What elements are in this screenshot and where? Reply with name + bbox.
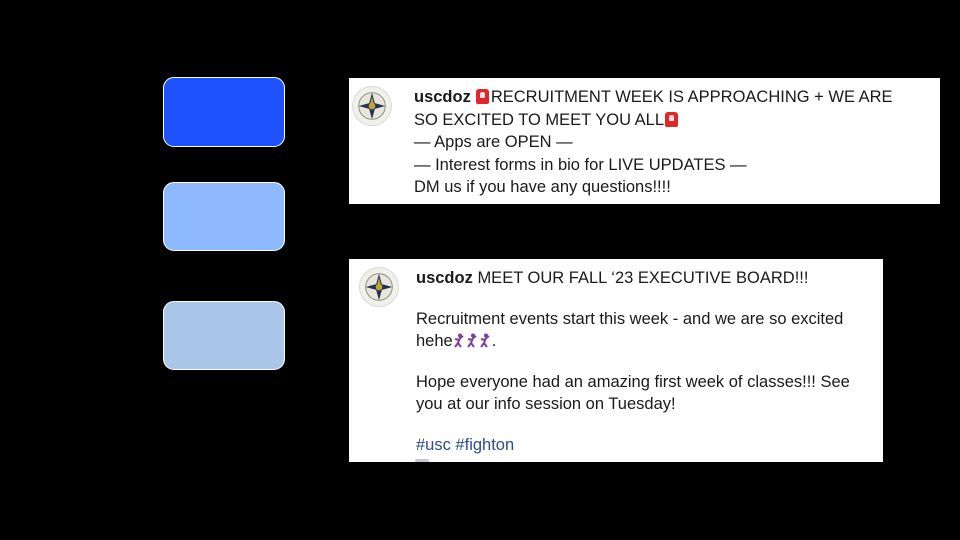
compass-logo-icon [365,273,393,301]
swatch-light-blue [163,182,285,251]
caption-headline: MEET OUR FALL ‘23 EXECUTIVE BOARD!!! [477,269,809,287]
caption-line-4: Hope everyone had an amazing first week … [416,372,850,391]
caption-line-3: hehe. [416,330,850,353]
username-link[interactable]: uscdoz [414,88,471,106]
caption-line-2: Recruitment events start this week - and… [416,309,844,328]
dancer-icon [466,333,479,348]
caption-line-5: you at our info session on Tuesday! [416,395,676,413]
dancer-icon [453,333,466,348]
rotating-light-icon [475,89,489,104]
caption-line-2: SO EXCITED TO MEET YOU ALL [414,109,893,132]
truncated-line [415,459,429,462]
dancer-icon [479,333,492,348]
rotating-light-icon [665,111,679,127]
hashtags-link[interactable]: #usc #fighton [416,434,850,457]
swatch-powder-blue [163,301,285,370]
caption-line-4: — Interest forms in bio for LIVE UPDATES… [414,155,747,174]
avatar[interactable] [352,86,392,126]
swatch-royal-blue [163,77,285,147]
caption-line-1: uscdoz RECRUITMENT WEEK IS APPROACHING + … [414,86,893,109]
avatar[interactable] [359,267,399,307]
compass-logo-icon [358,92,386,120]
post-caption-recruitment: uscdoz RECRUITMENT WEEK IS APPROACHING + … [349,78,940,204]
username-link[interactable]: uscdoz [416,269,473,287]
caption-text: hehe [416,332,453,350]
post-caption-executive-board: uscdoz MEET OUR FALL ‘23 EXECUTIVE BOARD… [349,259,883,462]
caption-text: SO EXCITED TO MEET YOU ALL [414,110,665,129]
caption-line-1: uscdoz MEET OUR FALL ‘23 EXECUTIVE BOARD… [416,267,850,290]
caption-text: RECRUITMENT WEEK IS APPROACHING + WE ARE [490,88,893,106]
caption-line-3: — Apps are OPEN — [414,133,573,151]
caption-line-5: DM us if you have any questions!!!! [414,178,671,196]
caption-text: . [491,332,497,350]
